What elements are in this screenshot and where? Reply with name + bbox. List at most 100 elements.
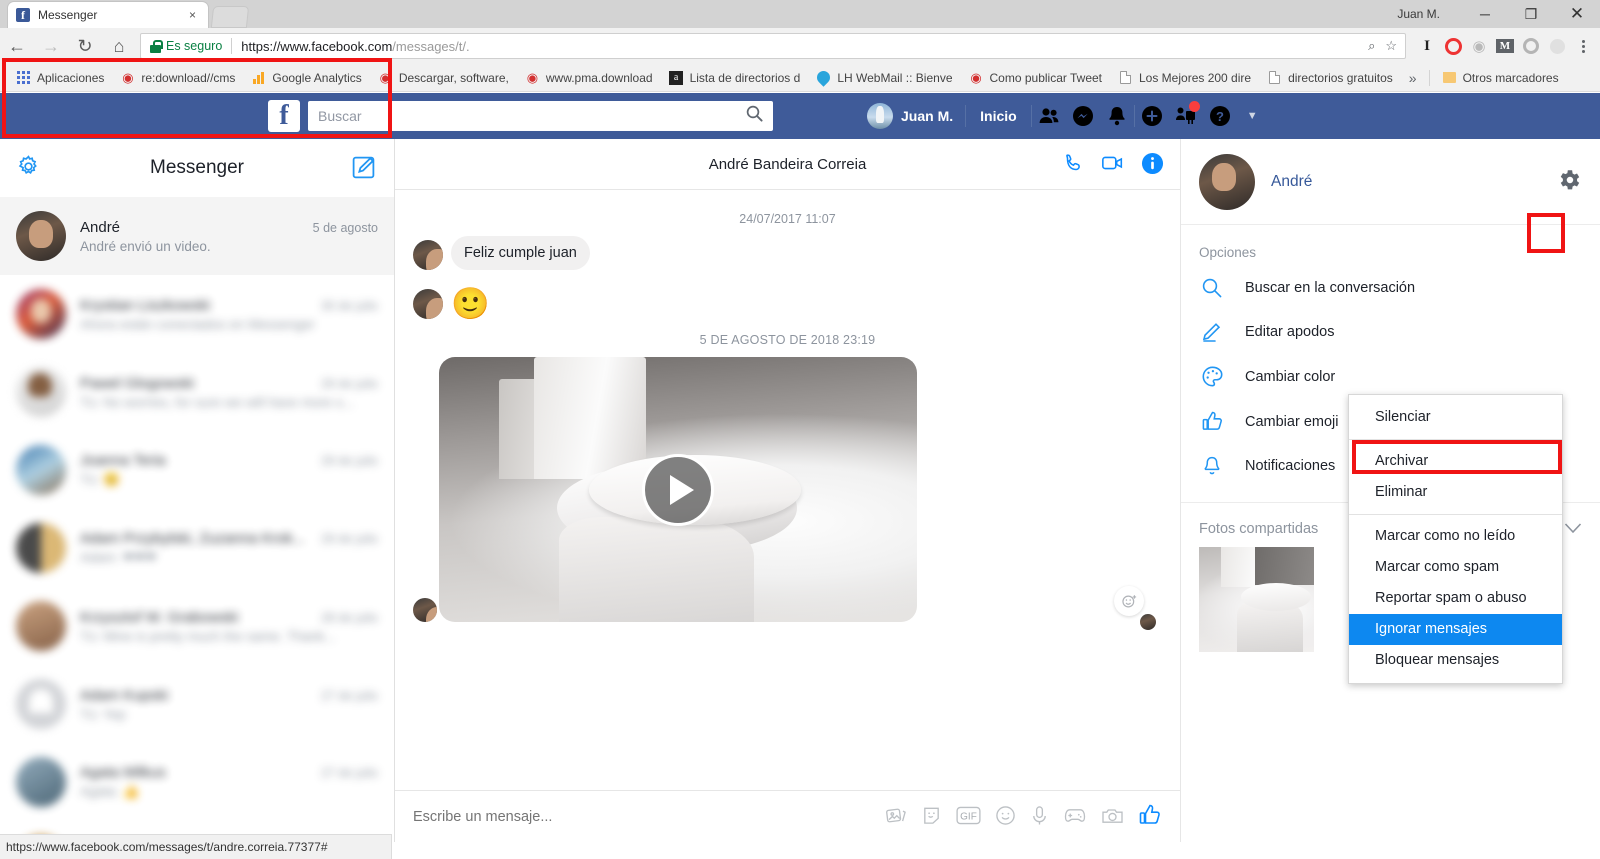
menu-item[interactable]: Ignorar mensajes — [1349, 614, 1562, 646]
back-icon[interactable]: ← — [0, 29, 34, 63]
help-center-icon[interactable]: ? — [1203, 99, 1237, 133]
composer-icons: GIF — [886, 803, 1162, 830]
reload-icon[interactable]: ↻ — [68, 29, 102, 63]
bookmark-item[interactable]: Aplicaciones — [8, 64, 112, 91]
rss-extension-icon[interactable]: ◉ — [1466, 33, 1492, 59]
bookmarks-overflow-icon[interactable]: » — [1401, 70, 1425, 86]
maximize-button[interactable]: ❐ — [1508, 0, 1554, 28]
menu-item[interactable]: Reportar spam o abuso — [1349, 583, 1562, 614]
conversation-settings-menu: Silenciar Archivar Eliminar Marcar como no … — [1348, 394, 1563, 685]
gear-extension-icon[interactable] — [1518, 33, 1544, 59]
bookmark-item[interactable]: ◉ Descargar, software, — [370, 64, 517, 91]
menu-item[interactable]: Eliminar — [1349, 477, 1562, 508]
chrome-profile-name[interactable]: Juan M. — [1397, 4, 1440, 24]
shared-photo-thumbnail[interactable] — [1199, 547, 1314, 652]
opera-extension-icon[interactable] — [1440, 33, 1466, 59]
conversation-list-item[interactable]: André 5 de agosto André envió un video. — [0, 197, 394, 275]
other-bookmarks-folder[interactable]: Otros marcadores — [1434, 64, 1567, 91]
bookmark-star-icon[interactable]: ☆ — [1385, 38, 1397, 54]
address-bar[interactable]: Es seguro https://www.facebook.com/messa… — [140, 33, 1406, 59]
sticker-icon[interactable] — [921, 805, 942, 829]
create-icon[interactable] — [1135, 99, 1169, 133]
call-icon[interactable] — [1063, 152, 1085, 177]
compose-icon[interactable] — [351, 155, 376, 183]
thumbs-up-icon[interactable] — [1138, 803, 1162, 830]
message-bubble-incoming[interactable]: Feliz cumple juan — [451, 236, 590, 271]
search-placeholder: Buscar — [318, 108, 362, 124]
minimize-button[interactable]: ─ — [1462, 0, 1508, 28]
add-reaction-icon[interactable] — [1114, 586, 1144, 617]
conversation-list-item[interactable]: Adam Kupski 27 de julio Tú: Yep — [0, 665, 394, 743]
facebook-logo-icon[interactable]: f — [268, 100, 300, 132]
chevron-down-icon[interactable] — [1564, 522, 1582, 537]
conversation-list-item[interactable]: Joanna Teria 29 de julio Tú: 😊 — [0, 431, 394, 509]
search-icon[interactable] — [746, 105, 763, 127]
bookmark-item[interactable]: a Lista de directorios d — [661, 64, 809, 91]
home-link[interactable]: Inicio — [966, 108, 1031, 124]
info-icon[interactable] — [1141, 152, 1164, 178]
bookmark-item[interactable]: ◉ Como publicar Tweet — [961, 64, 1111, 91]
emoji-icon[interactable] — [995, 805, 1016, 829]
games-icon[interactable] — [1063, 806, 1087, 828]
bookmark-item[interactable]: ◉ www.pma.download — [517, 64, 661, 91]
bookmark-item[interactable]: ◉ re:download//cms — [112, 64, 243, 91]
gmail-extension-icon[interactable]: M — [1492, 33, 1518, 59]
browser-window: f Messenger × Juan M. ─ ❐ ✕ ← → ↻ ⌂ Es s… — [0, 0, 1600, 859]
gif-icon[interactable]: GIF — [956, 806, 981, 828]
conversation-settings-gear-icon[interactable] — [1556, 167, 1582, 196]
option-editar-apodos[interactable]: Editar apodos — [1181, 310, 1600, 354]
italic-extension-icon[interactable]: I — [1414, 33, 1440, 59]
pencil-icon — [1199, 321, 1225, 343]
conversation-list-item[interactable]: Pawel Glogowski 29 de julio Tú: No worries… — [0, 353, 394, 431]
close-tab-icon[interactable]: × — [185, 8, 200, 22]
profile-link[interactable]: Juan M. — [855, 103, 965, 129]
conversation-list-item[interactable]: Krystian Liszkowski 30 de julio Ahora está… — [0, 275, 394, 353]
avatar[interactable] — [1199, 153, 1255, 210]
contact-name[interactable]: André — [1271, 173, 1312, 191]
messenger-icon[interactable] — [1066, 99, 1100, 133]
microphone-icon[interactable] — [1030, 805, 1049, 829]
sidebar-header: Messenger — [0, 139, 394, 197]
option-label: Notificaciones — [1245, 458, 1336, 474]
conversation-list-item[interactable]: Krzysztof W. Grabowski 28 de julio Tú: Min… — [0, 587, 394, 665]
menu-item[interactable]: Marcar como no leído — [1349, 521, 1562, 552]
home-icon[interactable]: ⌂ — [102, 29, 136, 63]
bookmark-item[interactable]: directorios gratuitos — [1259, 64, 1401, 91]
bookmarks-bar: Aplicaciones ◉ re:download//cms Google Anal… — [0, 64, 1600, 92]
option-buscar-en-la-conversacion[interactable]: Buscar en la conversación — [1181, 266, 1600, 310]
privacy-shortcuts-icon[interactable] — [1169, 99, 1203, 133]
message-emoji-incoming[interactable]: 🙂 — [451, 288, 490, 319]
account-menu-icon[interactable]: ▼ — [1237, 110, 1268, 122]
zoom-icon[interactable]: ⌕ — [1368, 38, 1375, 54]
video-thumbnail[interactable] — [439, 357, 917, 623]
forward-icon[interactable]: → — [34, 29, 68, 63]
chat-title: André Bandeira Correia — [708, 155, 867, 173]
chrome-menu-icon[interactable] — [1570, 33, 1596, 59]
menu-item[interactable]: Archivar — [1349, 446, 1562, 477]
browser-tab-messenger[interactable]: f Messenger × — [8, 2, 208, 28]
close-window-button[interactable]: ✕ — [1554, 0, 1600, 28]
photo-icon[interactable] — [886, 805, 907, 829]
conversation-list-item[interactable]: Adam Przybylski, Zuzanna Krok... 29 de ju… — [0, 509, 394, 587]
bookmark-item[interactable]: Los Mejores 200 dire — [1110, 64, 1259, 91]
conversation-list-item[interactable]: Agata Milkus 27 de julio Agata: 👍 — [0, 743, 394, 821]
shield-extension-icon[interactable] — [1544, 33, 1570, 59]
menu-item[interactable]: Marcar como spam — [1349, 552, 1562, 583]
option-cambiar-color[interactable]: Cambiar color — [1181, 354, 1600, 399]
menu-item[interactable]: Silenciar — [1349, 402, 1562, 433]
video-message[interactable] — [413, 357, 1162, 631]
friend-requests-icon[interactable] — [1032, 99, 1066, 133]
bookmark-item[interactable]: LH WebMail :: Bienve — [808, 64, 960, 91]
new-tab-button[interactable] — [210, 6, 250, 28]
camera-icon[interactable] — [1101, 806, 1124, 828]
facebook-header-right: Juan M. Inicio ? ▼ — [855, 93, 1268, 139]
facebook-search-box[interactable]: Buscar — [308, 101, 773, 131]
avatar — [16, 289, 66, 339]
video-call-icon[interactable] — [1101, 152, 1125, 177]
play-icon[interactable] — [642, 453, 714, 526]
message-input[interactable] — [413, 808, 886, 825]
gear-icon[interactable] — [16, 154, 41, 182]
bookmark-item[interactable]: Google Analytics — [243, 64, 369, 91]
menu-item[interactable]: Bloquear mensajes — [1349, 645, 1562, 676]
notifications-icon[interactable] — [1100, 99, 1134, 133]
